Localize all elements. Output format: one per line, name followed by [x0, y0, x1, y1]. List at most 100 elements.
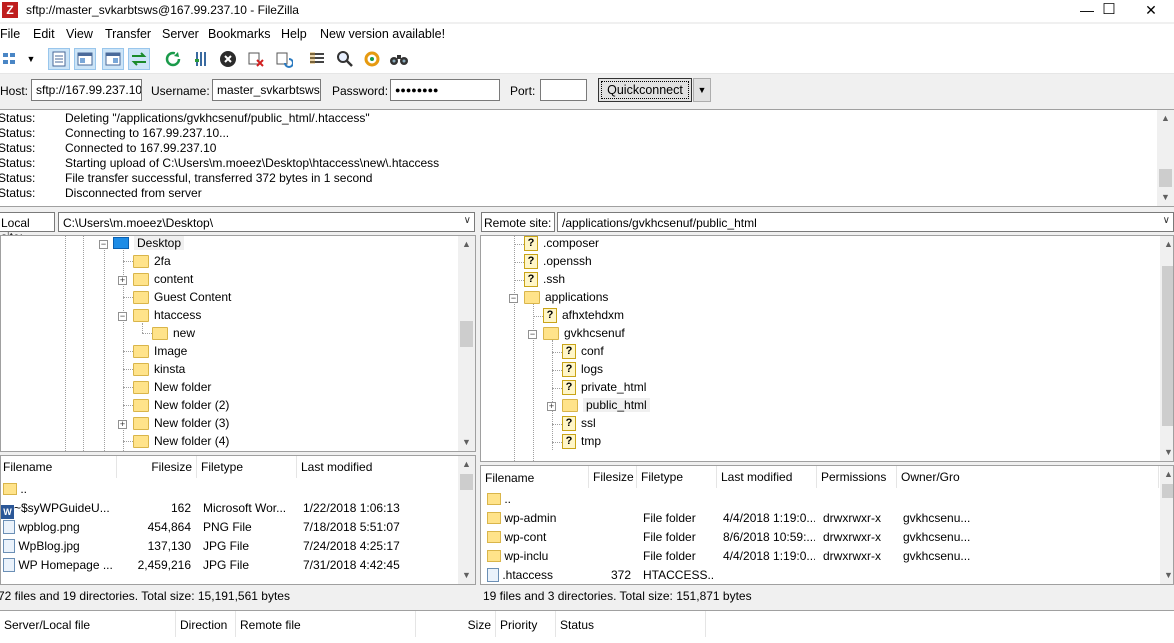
toggle-local-tree-icon[interactable] [74, 48, 96, 70]
expand-toggle[interactable]: + [118, 276, 127, 285]
file-row[interactable]: WpBlog.jpg 137,130 JPG File 7/24/2018 4:… [1, 537, 459, 556]
port-input[interactable] [540, 79, 587, 101]
password-input[interactable]: ●●●●●●●● [390, 79, 500, 101]
tree-item[interactable]: ? tmp [562, 432, 601, 450]
scroll-up-arrow-icon[interactable]: ▲ [1160, 236, 1173, 253]
quickconnect-button[interactable]: Quickconnect [598, 78, 692, 102]
toggle-remote-tree-icon[interactable] [102, 48, 124, 70]
scroll-thumb[interactable] [1159, 169, 1172, 187]
local-tree-scrollbar[interactable]: ▲ ▼ [458, 236, 475, 451]
compare-icon[interactable] [334, 48, 356, 70]
tree-item[interactable]: ? logs [562, 360, 603, 378]
site-manager-dropdown-icon[interactable]: ▼ [24, 48, 38, 70]
column-header-status[interactable]: Status [556, 611, 706, 637]
column-header-last-modified[interactable]: Last modified [717, 466, 817, 488]
process-queue-icon[interactable] [190, 48, 212, 70]
tree-item[interactable]: Guest Content [133, 288, 231, 306]
column-header-size[interactable]: Size [416, 611, 496, 637]
tree-item[interactable]: 2fa [133, 252, 171, 270]
menu-transfer[interactable]: Transfer [105, 27, 151, 41]
scroll-thumb[interactable] [1162, 266, 1173, 426]
scroll-up-arrow-icon[interactable]: ▲ [1157, 110, 1174, 127]
scroll-down-arrow-icon[interactable]: ▼ [1160, 444, 1173, 461]
tree-item[interactable]: New folder (3) [133, 414, 229, 432]
remote-file-scrollbar[interactable]: ▲ ▼ [1160, 466, 1173, 584]
file-row[interactable]: wpblog.png 454,864 PNG File 7/18/2018 5:… [1, 518, 459, 537]
tree-item[interactable]: ? conf [562, 342, 604, 360]
tree-item[interactable]: ? .composer [524, 236, 599, 252]
scroll-down-arrow-icon[interactable]: ▼ [1157, 189, 1174, 206]
file-row[interactable]: wp-inclu File folder 4/4/2018 1:19:0... … [481, 547, 1159, 566]
menu-server[interactable]: Server [162, 27, 199, 41]
scroll-down-arrow-icon[interactable]: ▼ [1160, 567, 1173, 584]
tree-item[interactable]: applications [524, 288, 608, 306]
sync-browse-icon[interactable] [361, 48, 383, 70]
scroll-thumb[interactable] [460, 474, 473, 490]
file-row[interactable]: W ~$syWPGuideU... 162 Microsoft Wor... 1/… [1, 499, 459, 519]
scroll-down-arrow-icon[interactable]: ▼ [458, 434, 475, 451]
file-row[interactable]: .. [1, 480, 459, 499]
cancel-icon[interactable] [217, 48, 239, 70]
tree-item[interactable]: ? .ssh [524, 270, 565, 288]
menu-edit[interactable]: Edit [33, 27, 55, 41]
menu-new-version[interactable]: New version available! [320, 27, 445, 41]
file-row[interactable]: .htaccess 372 HTACCESS... [481, 566, 1159, 584]
scroll-thumb[interactable] [1162, 484, 1173, 498]
remote-tree-scrollbar[interactable]: ▲ ▼ [1160, 236, 1173, 461]
collapse-toggle[interactable]: − [118, 312, 127, 321]
column-header-filename[interactable]: Filename [1, 456, 117, 478]
tree-item[interactable]: ? .openssh [524, 252, 592, 270]
tree-item[interactable]: New folder (2) [133, 396, 229, 414]
local-path-input[interactable]: C:\Users\m.moeez\Desktop\ ∨ [58, 212, 475, 232]
file-row[interactable]: WP Homepage ... 2,459,216 JPG File 7/31/… [1, 556, 459, 575]
file-row[interactable]: wp-admin File folder 4/4/2018 1:19:0... … [481, 509, 1159, 528]
reconnect-icon[interactable] [273, 48, 295, 70]
tree-item[interactable]: kinsta [133, 360, 185, 378]
tree-item[interactable]: ? private_html [562, 378, 646, 396]
toggle-queue-icon[interactable] [128, 48, 150, 70]
scroll-up-arrow-icon[interactable]: ▲ [458, 456, 475, 473]
column-header-permissions[interactable]: Permissions [817, 466, 897, 488]
file-row[interactable]: wp-cont File folder 8/6/2018 10:59:... d… [481, 528, 1159, 547]
chevron-down-icon[interactable]: ∨ [464, 215, 471, 226]
column-header-priority[interactable]: Priority [496, 611, 556, 637]
column-header-remote-file[interactable]: Remote file [236, 611, 416, 637]
column-header-filetype[interactable]: Filetype [197, 456, 297, 478]
scroll-up-arrow-icon[interactable]: ▲ [458, 236, 475, 253]
file-row[interactable]: .. [481, 490, 1159, 509]
maximize-button[interactable]: ☐ [1086, 0, 1132, 22]
tree-item[interactable]: New folder (4) [133, 432, 229, 450]
collapse-toggle[interactable]: − [99, 240, 108, 249]
collapse-toggle[interactable]: − [509, 294, 518, 303]
tree-item[interactable]: content [133, 270, 193, 288]
toggle-message-log-icon[interactable] [48, 48, 70, 70]
column-header-owner-group[interactable]: Owner/Gro [897, 466, 1159, 488]
menu-file[interactable]: File [0, 27, 20, 41]
disconnect-icon[interactable] [245, 48, 267, 70]
menu-view[interactable]: View [66, 27, 93, 41]
column-header-filesize[interactable]: Filesize [589, 466, 637, 488]
tree-item-desktop[interactable]: Desktop [113, 236, 185, 252]
directory-listing-filters-icon[interactable] [306, 48, 328, 70]
site-manager-icon[interactable] [0, 48, 24, 70]
tree-item[interactable]: htaccess [133, 306, 201, 324]
refresh-icon[interactable] [162, 48, 184, 70]
tree-item[interactable]: Image [133, 342, 187, 360]
chevron-down-icon[interactable]: ∨ [1163, 215, 1170, 226]
scroll-up-arrow-icon[interactable]: ▲ [1160, 466, 1173, 483]
column-header-direction[interactable]: Direction [176, 611, 236, 637]
tree-item[interactable]: ? afhxtehdxm [543, 306, 624, 324]
tree-item[interactable]: new [152, 324, 195, 342]
column-header-filetype[interactable]: Filetype [637, 466, 717, 488]
scroll-down-arrow-icon[interactable]: ▼ [458, 567, 475, 584]
column-header-filename[interactable]: Filename [481, 466, 589, 488]
quickconnect-history-dropdown[interactable]: ▼ [693, 78, 711, 102]
remote-path-input[interactable]: /applications/gvkhcsenuf/public_html ∨ [557, 212, 1174, 232]
close-button[interactable]: ✕ [1128, 0, 1174, 22]
expand-toggle[interactable]: + [118, 420, 127, 429]
collapse-toggle[interactable]: − [528, 330, 537, 339]
menu-bookmarks[interactable]: Bookmarks [208, 27, 271, 41]
scroll-thumb[interactable] [460, 321, 473, 347]
column-header-server-local-file[interactable]: Server/Local file [0, 611, 176, 637]
tree-item[interactable]: ? ssl [562, 414, 596, 432]
